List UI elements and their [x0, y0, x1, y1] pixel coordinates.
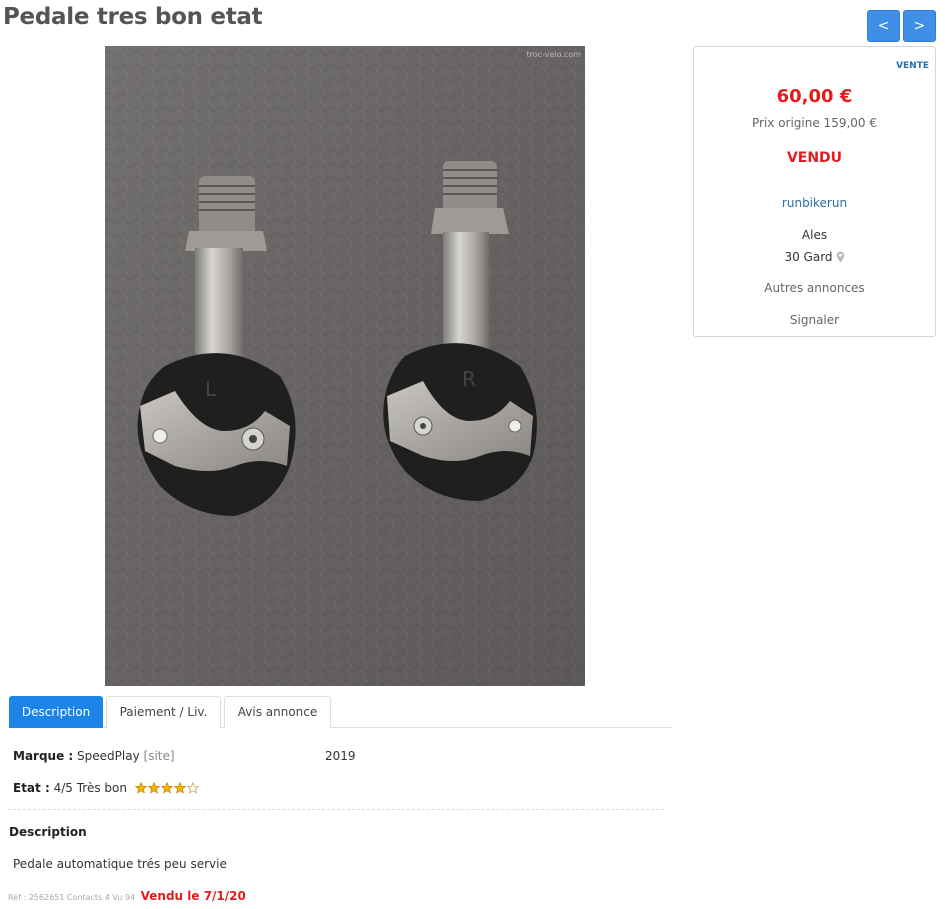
listing-type-badge: VENTE [896, 61, 929, 71]
star-filled-icon [160, 781, 174, 794]
star-filled-icon [147, 781, 161, 794]
sold-date: Vendu le 7/1/20 [140, 889, 246, 903]
other-listings-link[interactable]: Autres annonces [694, 281, 935, 295]
condition-label: Etat : [13, 781, 50, 795]
department-label: 30 Gard [784, 250, 833, 264]
tab-payment-delivery[interactable]: Paiement / Liv. [106, 696, 221, 728]
sold-status: VENDU [786, 150, 843, 166]
condition-value: 4/5 Très bon [53, 781, 127, 795]
seller-link[interactable]: runbikerun [694, 196, 935, 210]
svg-text:R: R [462, 367, 476, 391]
year-value: 2019 [325, 749, 356, 763]
star-filled-icon [173, 781, 187, 794]
listing-photo[interactable]: L R troc-velo.com [105, 46, 585, 686]
condition-row: Etat : 4/5 Très bon [13, 781, 200, 797]
map-pin-icon [836, 251, 844, 263]
original-price: Prix origine 159,00 € [751, 116, 877, 130]
brand-row: Marque : SpeedPlay [site] [13, 749, 175, 763]
report-link[interactable]: Signaler [694, 313, 935, 327]
price: 60,00 € [776, 86, 853, 107]
seller-department: 30 Gard [694, 250, 935, 264]
next-listing-button[interactable]: > [903, 10, 936, 42]
tab-description[interactable]: Description [9, 696, 103, 728]
condition-rating-stars [134, 781, 200, 797]
brand-value: SpeedPlay [77, 749, 140, 763]
brand-site-link[interactable]: [site] [144, 749, 175, 763]
section-divider [8, 809, 664, 810]
brand-label: Marque : [13, 749, 74, 763]
description-text: Pedale automatique trés peu servie [13, 857, 227, 871]
svg-text:L: L [205, 377, 217, 401]
photo-watermark: troc-velo.com [526, 50, 581, 59]
listing-summary-card: VENTE 60,00 € Prix origine 159,00 € VEND… [693, 46, 936, 337]
previous-listing-button[interactable]: < [867, 10, 900, 42]
listing-meta: Réf : 2562651 Contacts 4 Vu 94 [8, 893, 136, 902]
listing-footer: Réf : 2562651 Contacts 4 Vu 94 Vendu le … [8, 889, 246, 903]
description-heading: Description [9, 825, 87, 839]
star-empty-icon [186, 781, 200, 794]
seller-city: Ales [801, 228, 828, 242]
star-filled-icon [134, 781, 148, 794]
tab-listing-reviews[interactable]: Avis annonce [224, 696, 331, 728]
page-title: Pedale tres bon etat [3, 4, 263, 30]
pedals-photo-illustration: L R [105, 46, 585, 686]
